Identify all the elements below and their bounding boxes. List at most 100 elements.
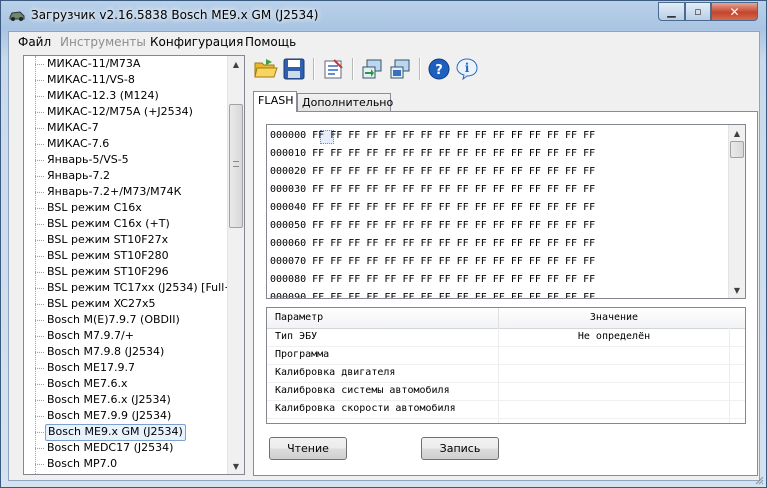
checklist-icon bbox=[324, 59, 343, 79]
table-row[interactable]: Калибровка системы автомобиля bbox=[267, 382, 745, 401]
hex-bytes[interactable]: FF FF FF FF FF FF FF FF FF FF FF FF FF F… bbox=[312, 256, 595, 267]
tab-flash[interactable]: FLASH bbox=[253, 91, 297, 112]
tree-item[interactable]: BSL режим ST10F280 bbox=[24, 248, 229, 264]
col-header-param[interactable]: Параметр bbox=[275, 308, 323, 328]
tree-item[interactable]: МИКАС-7 bbox=[24, 120, 229, 136]
tree-item[interactable]: МИКАС-7.6 bbox=[24, 136, 229, 152]
param-value bbox=[499, 346, 729, 364]
param-name: Калибровка двигателя bbox=[275, 367, 396, 378]
tree-connector bbox=[35, 64, 44, 65]
menu-tools[interactable]: Инструменты bbox=[60, 35, 146, 49]
tree-item-label: Bosch MP7.0 bbox=[47, 457, 118, 470]
read-ecu-icon bbox=[362, 59, 382, 79]
hex-row: 000030 FF FF FF FF FF FF FF FF FF FF FF … bbox=[270, 181, 595, 198]
table-row[interactable]: Программа bbox=[267, 346, 745, 365]
tree-connector bbox=[35, 192, 44, 193]
tree-item[interactable]: BSL режим C16x bbox=[24, 200, 229, 216]
tree-item[interactable]: BSL режим ST10F27x bbox=[24, 232, 229, 248]
hex-bytes[interactable]: FF FF FF FF FF FF FF FF FF FF FF FF FF F… bbox=[312, 202, 595, 213]
help-button[interactable]: ? bbox=[426, 56, 452, 82]
checklist-button[interactable] bbox=[320, 56, 346, 82]
read-ecu-button[interactable] bbox=[359, 56, 385, 82]
scroll-up-arrow-icon[interactable]: ▲ bbox=[228, 56, 244, 72]
tree-item[interactable]: Январь-7.2+/М73/М74К bbox=[24, 184, 229, 200]
tree-item[interactable]: Bosch ME7.9.9 (J2534) bbox=[24, 408, 229, 424]
hex-bytes[interactable]: FF FF FF FF FF FF FF FF FF FF FF FF FF F… bbox=[312, 148, 595, 159]
tree-item[interactable]: Январь-7.2 bbox=[24, 168, 229, 184]
hex-bytes[interactable]: FF FF FF FF FF FF FF FF FF FF FF FF FF F… bbox=[312, 292, 595, 298]
table-row[interactable]: Калибровка скорости автомобиля bbox=[267, 400, 745, 419]
scroll-up-arrow-icon[interactable]: ▲ bbox=[729, 125, 745, 141]
tree-item[interactable]: Bosch ME7.6.x bbox=[24, 376, 229, 392]
tree-item[interactable]: Bosch MEDC17 (J2534) bbox=[24, 440, 229, 456]
tree-item[interactable]: BSL режим XC27x5 bbox=[24, 296, 229, 312]
hex-bytes[interactable]: FF FF FF FF FF FF FF FF FF FF FF FF FF F… bbox=[312, 220, 595, 231]
hex-row: 000070 FF FF FF FF FF FF FF FF FF FF FF … bbox=[270, 253, 595, 270]
menu-configuration[interactable]: Конфигурация bbox=[150, 35, 243, 49]
minimize-button[interactable]: ▁ bbox=[658, 2, 685, 21]
menu-file[interactable]: Файл bbox=[18, 35, 51, 49]
tree-item-label: BSL режим XC27x5 bbox=[47, 297, 156, 310]
tree-item[interactable]: Bosch M(E)7.9.7 (OBDII) bbox=[24, 312, 229, 328]
hex-scroll-thumb[interactable] bbox=[730, 141, 744, 158]
tree-item[interactable]: BSL режим ST10F296 bbox=[24, 264, 229, 280]
tree-connector bbox=[35, 144, 44, 145]
tree-scroll-thumb[interactable] bbox=[229, 104, 243, 228]
hex-bytes[interactable]: FF FF FF FF FF FF FF FF FF FF FF FF FF F… bbox=[312, 274, 595, 285]
title-bar[interactable]: Загрузчик v2.16.5838 Bosch ME9.x GM (J25… bbox=[1, 1, 766, 31]
hex-address: 000070 bbox=[270, 256, 307, 267]
tab-additional[interactable]: Дополнительно bbox=[297, 93, 393, 111]
save-button[interactable] bbox=[281, 56, 307, 82]
tree-item-label: Bosch M7.9.8 (J2534) bbox=[47, 345, 165, 358]
table-row[interactable]: Тип ЭБУ Не определён bbox=[267, 328, 745, 347]
main-window: Загрузчик v2.16.5838 Bosch ME9.x GM (J25… bbox=[0, 0, 767, 488]
hex-bytes[interactable]: FF FF FF FF FF FF FF FF FF FF FF FF FF F… bbox=[312, 184, 595, 195]
hex-bytes[interactable]: FF FF FF FF FF FF FF FF FF FF FF FF FF F… bbox=[312, 130, 595, 141]
tree-connector bbox=[35, 384, 44, 385]
tree-item-label: Bosch ME7.9.9 (J2534) bbox=[47, 409, 172, 422]
tree-item[interactable]: BSL режим C16x (+T) bbox=[24, 216, 229, 232]
tree-item[interactable]: Bosch ME9.x GM (J2534) bbox=[24, 424, 229, 441]
size-grip-icon[interactable] bbox=[754, 475, 764, 485]
param-name: Калибровка системы автомобиля bbox=[275, 385, 450, 396]
hex-bytes[interactable]: FF FF FF FF FF FF FF FF FF FF FF FF FF F… bbox=[312, 238, 595, 249]
col-header-value[interactable]: Значение bbox=[499, 308, 729, 328]
close-button[interactable]: ✕ bbox=[711, 2, 758, 21]
table-row[interactable]: Калибровка двигателя bbox=[267, 364, 745, 383]
hex-address: 000050 bbox=[270, 220, 307, 231]
open-button[interactable] bbox=[253, 56, 279, 82]
hex-address: 000000 bbox=[270, 130, 307, 141]
maximize-icon: ▫ bbox=[694, 5, 702, 18]
tree-connector bbox=[35, 160, 44, 161]
scroll-down-arrow-icon[interactable]: ▼ bbox=[228, 458, 244, 474]
tree-item[interactable]: Январь-5/VS-5 bbox=[24, 152, 229, 168]
tree-item[interactable]: МИКАС-11/VS-8 bbox=[24, 72, 229, 88]
tree-connector bbox=[35, 352, 44, 353]
help-icon: ? bbox=[428, 58, 450, 80]
tree-item-label: МИКАС-7.6 bbox=[47, 137, 110, 150]
tree-item[interactable]: МИКАС-12/М75А (+J2534) bbox=[24, 104, 229, 120]
hex-bytes[interactable]: FF FF FF FF FF FF FF FF FF FF FF FF FF F… bbox=[312, 166, 595, 177]
tree-scrollbar[interactable]: ▲ ▼ bbox=[227, 56, 244, 474]
tree-item[interactable]: Bosch ME7.6.x (J2534) bbox=[24, 392, 229, 408]
menu-help[interactable]: Помощь bbox=[245, 35, 296, 49]
hex-view[interactable]: 000000 FF FF FF FF FF FF FF FF FF FF FF … bbox=[266, 124, 746, 299]
tree-item[interactable]: BSL режим TC17xx (J2534) [Full+CS] bbox=[24, 280, 244, 296]
app-car-icon bbox=[9, 8, 25, 22]
write-button[interactable]: Запись bbox=[421, 437, 499, 460]
hex-scrollbar[interactable]: ▲ ▼ bbox=[728, 125, 745, 298]
scroll-down-arrow-icon[interactable]: ▼ bbox=[729, 282, 745, 298]
tree-item[interactable]: Bosch M7.9.7/+ bbox=[24, 328, 229, 344]
tree-item[interactable]: Bosch MP7.0 bbox=[24, 456, 229, 472]
info-button[interactable]: i bbox=[454, 56, 480, 82]
maximize-button[interactable]: ▫ bbox=[685, 2, 711, 21]
tree-item-label: Январь-7.2+/М73/М74К bbox=[47, 185, 182, 198]
hex-row: 000090 FF FF FF FF FF FF FF FF FF FF FF … bbox=[270, 289, 595, 298]
tree-item[interactable]: Bosch M7.9.8 (J2534) bbox=[24, 344, 229, 360]
write-ecu-button[interactable] bbox=[387, 56, 413, 82]
tree-item[interactable]: МИКАС-12.3 (М124) bbox=[24, 88, 229, 104]
tree-item[interactable]: Bosch ME17.9.7 bbox=[24, 360, 229, 376]
tree-item[interactable]: МИКАС-11/М73А bbox=[24, 56, 229, 72]
tree-connector bbox=[35, 256, 44, 257]
read-button[interactable]: Чтение bbox=[269, 437, 347, 460]
